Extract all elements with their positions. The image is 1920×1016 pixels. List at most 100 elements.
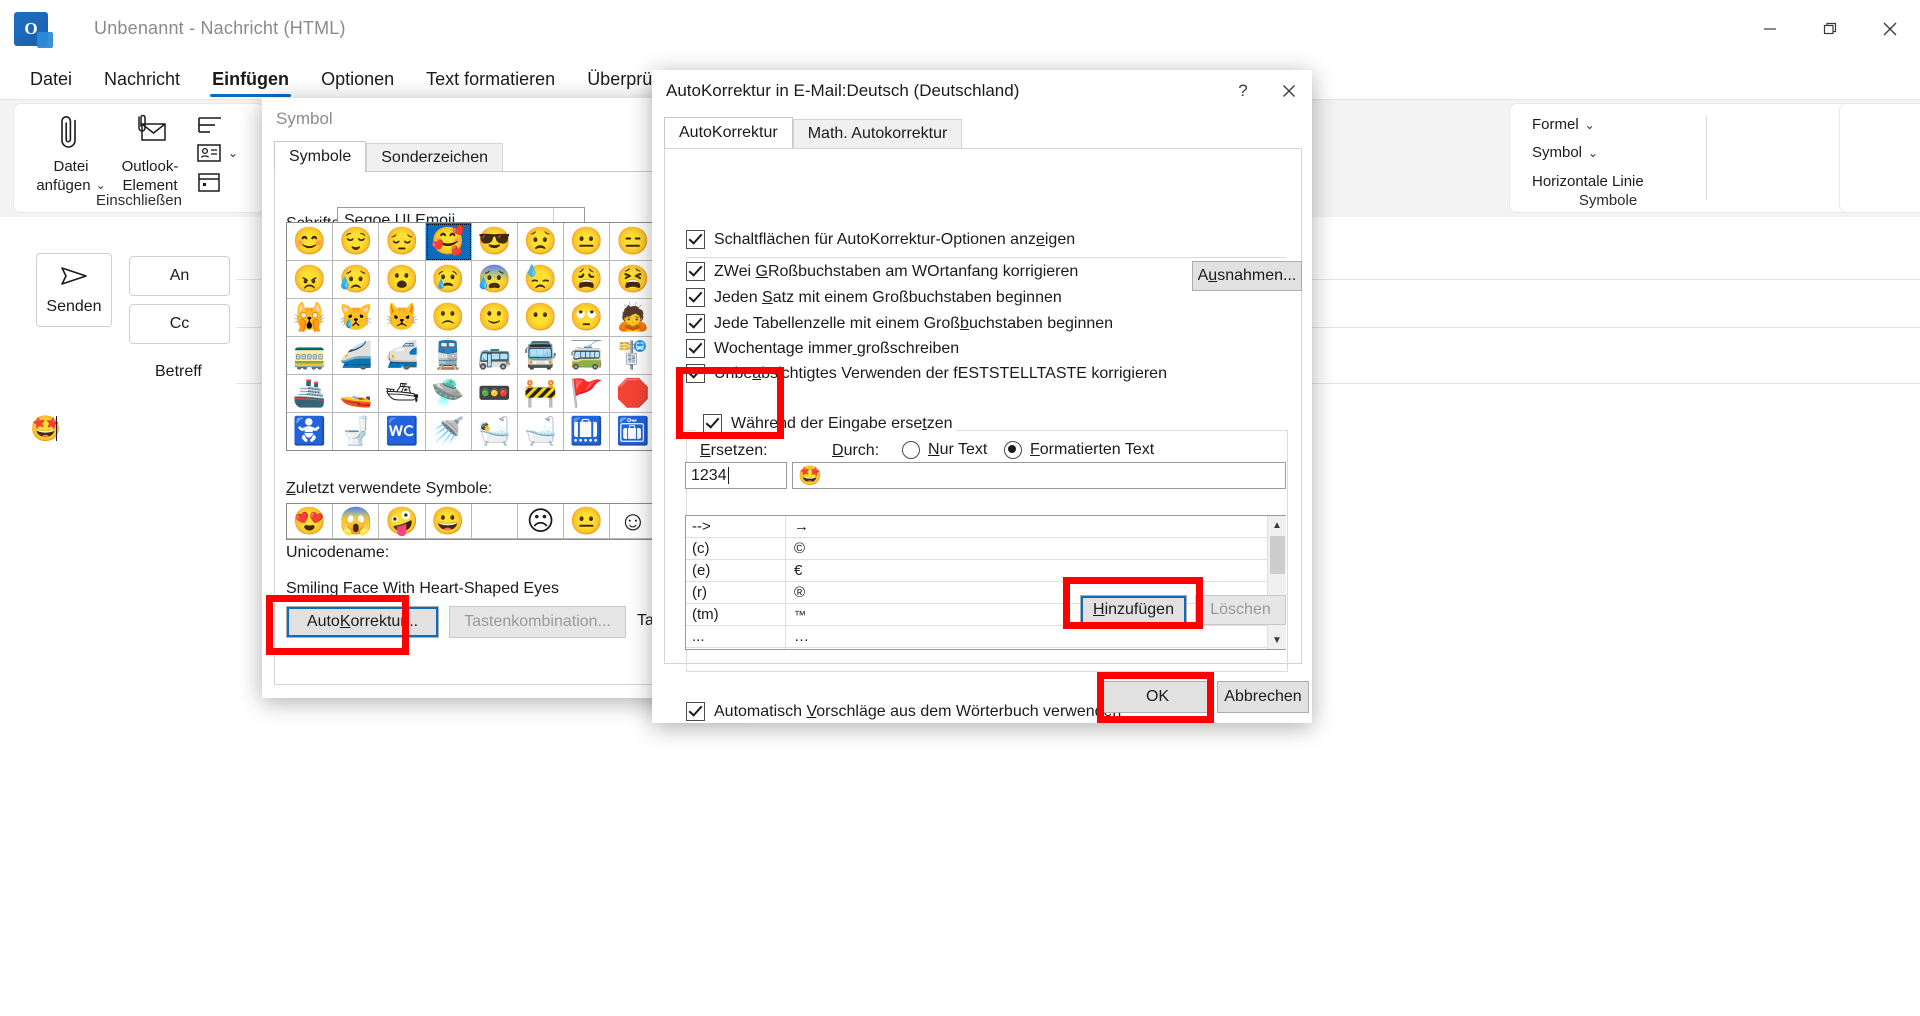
- ribbon-tab-text-formatieren[interactable]: Text formatieren: [412, 65, 569, 99]
- symbol-cell[interactable]: 🚏: [610, 337, 656, 375]
- ribbon-tab-einfuegen[interactable]: Einfügen: [198, 65, 303, 99]
- symbol-cell[interactable]: 🛸: [426, 375, 472, 413]
- replacement-table[interactable]: --> → (c) © (e) € (r) ® (tm) ™ ... … :-(…: [685, 515, 1286, 650]
- checkbox-capitalize-sentence[interactable]: Jeden Satz mit einem Großbuchstaben begi…: [686, 288, 1062, 307]
- symbol-cell[interactable]: 🚆: [426, 337, 472, 375]
- recent-symbol-cell[interactable]: 🤪: [379, 504, 425, 539]
- radio-dot[interactable]: [902, 441, 920, 459]
- checkbox-capslock-correct[interactable]: Unbeabsichtigtes Verwenden der fESTSTELL…: [686, 364, 1167, 383]
- table-row[interactable]: --> →: [686, 516, 1285, 538]
- ribbon-button-horizontale-linie[interactable]: Horizontale Linie: [1532, 173, 1644, 190]
- scroll-up-icon[interactable]: ▲: [1268, 516, 1286, 534]
- ausnahmen-button[interactable]: Ausnahmen...: [1192, 261, 1302, 291]
- symbol-cell[interactable]: 🚥: [472, 375, 518, 413]
- symbol-cell[interactable]: 😩: [564, 261, 610, 299]
- tab-autokorrektur[interactable]: AutoKorrektur: [664, 117, 793, 148]
- symbol-cell[interactable]: 🛑: [610, 375, 656, 413]
- symbol-cell[interactable]: 😢: [426, 261, 472, 299]
- restore-button[interactable]: [1800, 0, 1860, 57]
- checkbox-box[interactable]: [686, 364, 705, 383]
- symbol-cell[interactable]: 😠: [287, 261, 333, 299]
- symbol-cell[interactable]: 😎: [472, 223, 518, 261]
- recent-symbol-cell[interactable]: ☹: [518, 504, 564, 539]
- symbol-cell[interactable]: 😶: [518, 299, 564, 337]
- signature-icon[interactable]: [196, 114, 224, 141]
- symbol-cell[interactable]: 🚌: [472, 337, 518, 375]
- symbol-cell[interactable]: 🚼: [287, 413, 333, 451]
- symbol-cell[interactable]: 🛥: [379, 375, 425, 413]
- symbol-cell[interactable]: 🚢: [287, 375, 333, 413]
- ribbon-button-symbol[interactable]: Symbol ⌄: [1532, 144, 1598, 161]
- hinzufuegen-button[interactable]: Hinzufügen: [1080, 595, 1187, 625]
- tab-sonderzeichen[interactable]: Sonderzeichen: [366, 143, 503, 172]
- recent-symbol-cell[interactable]: 😱: [333, 504, 379, 539]
- recent-symbol-cell[interactable]: [472, 504, 518, 539]
- checkbox-box[interactable]: [686, 314, 705, 333]
- symbol-cell[interactable]: 🚃: [287, 337, 333, 375]
- radio-dot[interactable]: [1004, 441, 1022, 459]
- symbol-cell[interactable]: 😰: [472, 261, 518, 299]
- cc-field-button[interactable]: Cc: [129, 304, 230, 344]
- symbol-cell[interactable]: 😮: [379, 261, 425, 299]
- send-button[interactable]: Senden: [36, 253, 112, 327]
- symbol-cell[interactable]: 😥: [333, 261, 379, 299]
- symbol-cell[interactable]: 🛄: [564, 413, 610, 451]
- symbol-cell[interactable]: 🙂: [472, 299, 518, 337]
- symbol-cell[interactable]: 😐: [564, 223, 610, 261]
- symbol-cell[interactable]: 😟: [518, 223, 564, 261]
- symbol-cell[interactable]: 🛅: [610, 413, 656, 451]
- checkbox-box[interactable]: [686, 262, 705, 281]
- chevron-down-icon[interactable]: ⌄: [1588, 146, 1598, 160]
- ersetzen-input[interactable]: 1234: [685, 462, 787, 489]
- checkbox-capitalize-weekdays[interactable]: Wochentage immer großschreiben: [686, 339, 959, 358]
- symbol-cell[interactable]: 😌: [333, 223, 379, 261]
- checkbox-replace-while-typing[interactable]: Während der Eingabe ersetzen: [699, 414, 956, 433]
- autokorrektur-button[interactable]: AutoKorrektur...: [286, 606, 439, 638]
- radio-formatierten-text[interactable]: Formatierten Text: [1004, 441, 1154, 459]
- symbol-cell[interactable]: 😓: [518, 261, 564, 299]
- abbrechen-button[interactable]: Abbrechen: [1217, 681, 1309, 713]
- recent-symbol-cell[interactable]: ☺: [610, 504, 656, 539]
- symbol-cell[interactable]: 🚾: [379, 413, 425, 451]
- ribbon-button-datei-anfuegen[interactable]: Datei anfügen ⌄: [28, 112, 114, 195]
- to-field-button[interactable]: An: [129, 256, 230, 296]
- symbol-cell[interactable]: 😑: [610, 223, 656, 261]
- symbol-cell[interactable]: 🙀: [287, 299, 333, 337]
- symbol-cell[interactable]: 🙇: [610, 299, 656, 337]
- chevron-down-icon[interactable]: ⌄: [228, 146, 238, 160]
- recent-symbol-cell[interactable]: 😍: [287, 504, 333, 539]
- symbol-cell-selected[interactable]: 🥰: [426, 223, 472, 261]
- radio-nur-text[interactable]: Nur Text: [902, 441, 987, 459]
- checkbox-box[interactable]: [686, 702, 705, 721]
- symbol-cell[interactable]: 🛀: [472, 413, 518, 451]
- symbol-cell[interactable]: 🚩: [564, 375, 610, 413]
- checkbox-show-autocorrect-buttons[interactable]: Schaltflächen für AutoKorrektur-Optionen…: [686, 230, 1075, 249]
- checkbox-box[interactable]: [686, 230, 705, 249]
- recent-symbol-cell[interactable]: 😀: [426, 504, 472, 539]
- help-icon[interactable]: ?: [1220, 70, 1266, 112]
- scrollbar-thumb[interactable]: [1270, 536, 1285, 574]
- table-row[interactable]: (e) €: [686, 560, 1285, 582]
- checkbox-dictionary-suggestions[interactable]: Automatisch Vorschläge aus dem Wörterbuc…: [686, 702, 1121, 721]
- table-row[interactable]: :-( ☹: [686, 648, 1285, 650]
- loeschen-button[interactable]: Löschen: [1195, 595, 1286, 625]
- close-icon[interactable]: [1266, 70, 1312, 112]
- symbol-cell[interactable]: 🚅: [379, 337, 425, 375]
- symbol-cell[interactable]: 🚄: [333, 337, 379, 375]
- symbol-cell[interactable]: 🚽: [333, 413, 379, 451]
- ribbon-tab-nachricht[interactable]: Nachricht: [90, 65, 194, 99]
- table-row[interactable]: (c) ©: [686, 538, 1285, 560]
- symbol-cell[interactable]: 🚤: [333, 375, 379, 413]
- chevron-down-icon[interactable]: ⌄: [1585, 118, 1595, 132]
- checkbox-capitalize-table-cell[interactable]: Jede Tabellenzelle mit einem Großbuchsta…: [686, 314, 1113, 333]
- ribbon-button-formel[interactable]: Formel ⌄: [1532, 116, 1595, 133]
- symbol-cell[interactable]: 😿: [333, 299, 379, 337]
- symbol-cell[interactable]: 🚎: [564, 337, 610, 375]
- checkbox-box[interactable]: [686, 288, 705, 307]
- symbol-cell[interactable]: 😫: [610, 261, 656, 299]
- table-row[interactable]: ... …: [686, 626, 1285, 648]
- ribbon-tab-optionen[interactable]: Optionen: [307, 65, 408, 99]
- symbol-cell[interactable]: 😊: [287, 223, 333, 261]
- symbol-cell[interactable]: 🚿: [426, 413, 472, 451]
- checkbox-two-initial-capitals[interactable]: ZWei GRoßbuchstaben am WOrtanfang korrig…: [686, 262, 1078, 281]
